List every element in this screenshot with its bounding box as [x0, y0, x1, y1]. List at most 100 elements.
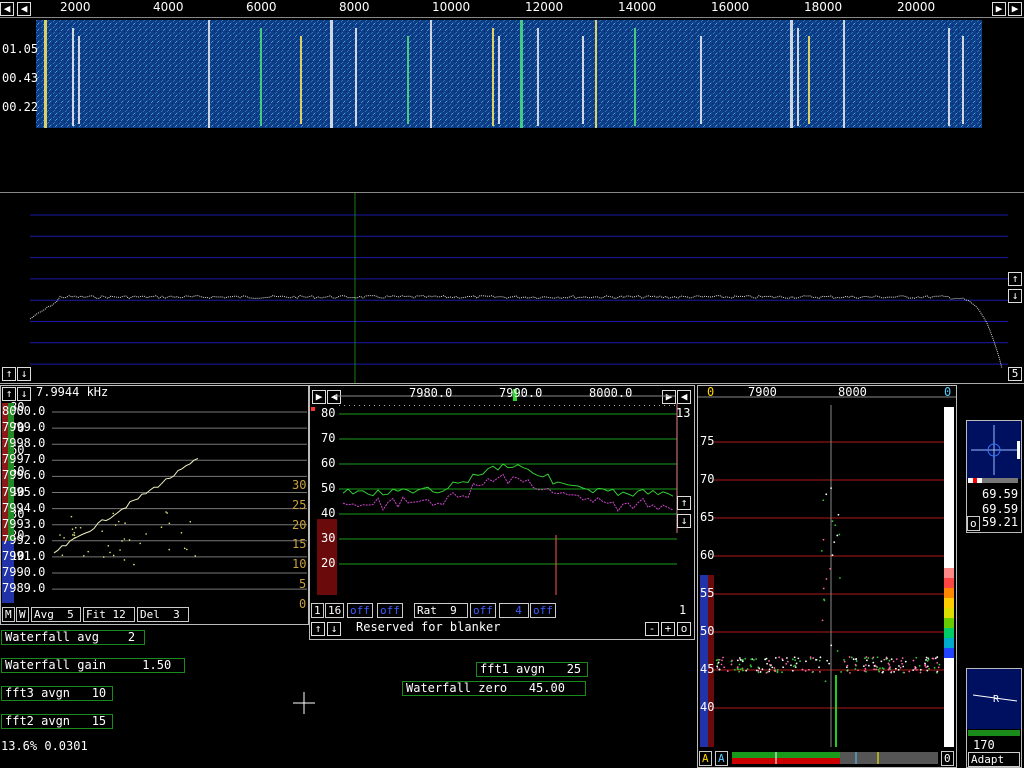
right-scatter-dot [776, 668, 779, 671]
right-scatter-dot [741, 667, 744, 670]
scroll-right-button[interactable]: ▶ [992, 2, 1006, 16]
waterfall-avg-control[interactable]: Waterfall avg 2 [1, 630, 145, 645]
right-scatter-dot [901, 662, 904, 665]
spectrum-down-button[interactable]: ↓ [1008, 289, 1022, 303]
right-scatter-dot [757, 671, 760, 674]
center-down-button[interactable]: ↓ [677, 514, 691, 528]
fft1-avgn-control[interactable]: fft1 avgn 25 [476, 662, 588, 677]
blanker-up-button[interactable]: ↑ [311, 622, 325, 636]
freq-up-button[interactable]: ↑ [2, 387, 16, 401]
fft2-avgn-control[interactable]: fft2 avgn 15 [1, 714, 113, 729]
right-a2-button[interactable]: A [715, 751, 728, 766]
right-scatter-dot [794, 664, 796, 667]
right-scatter-dot [818, 659, 821, 662]
freq-scatter-dot [74, 526, 77, 529]
right-scatter-dot [722, 656, 724, 659]
right-scatter-dot [825, 493, 828, 496]
spectrum-trace [29, 294, 1003, 369]
spectrum-panel[interactable]: 80 70 60 50 40 30 20 10 [0, 193, 1024, 563]
right-scatter-dot [914, 665, 916, 668]
freq-scatter-dot [83, 554, 85, 557]
right-scatter-dot [738, 663, 741, 666]
center-dot-row [599, 405, 600, 406]
waterfall-zero-control[interactable]: Waterfall zero 45.00 [402, 681, 586, 696]
right-scatter-dot [716, 666, 719, 669]
center-dot-row [464, 405, 465, 406]
center-dot-row [479, 405, 480, 406]
right-scatter-dot [718, 668, 721, 671]
center-dot-row [604, 405, 605, 406]
scroll-left-button-2[interactable]: ◀ [17, 2, 31, 16]
center-dot-row [559, 405, 560, 406]
spectrum-up-button[interactable]: ↑ [1008, 272, 1022, 286]
right-scatter-dot [757, 669, 760, 672]
center-1-button[interactable]: 1 [311, 603, 324, 618]
freq-avg-button[interactable]: Avg 5 [31, 607, 81, 622]
right-scatter-dot [854, 668, 857, 670]
adapt-value: 170 [973, 738, 995, 752]
right-bottom-zero[interactable]: 0 [941, 751, 954, 766]
mini-o-button[interactable]: o [967, 516, 980, 531]
right-scatter-dot [739, 668, 742, 671]
center-up-button[interactable]: ↑ [677, 496, 691, 510]
right-scatter-dot [764, 658, 767, 661]
center-dot-row [444, 405, 445, 406]
center-dot-row [499, 405, 500, 406]
freq-w-button[interactable]: W [16, 607, 29, 622]
freq-del-button[interactable]: Del 3 [137, 607, 189, 622]
right-scatter-dot [843, 659, 845, 661]
spectrum-left-down-button[interactable]: ↓ [17, 367, 31, 381]
center-x-tick: 7990.0 [499, 386, 543, 400]
center-dot-row [449, 405, 450, 406]
spectrum-left-up-button[interactable]: ↑ [2, 367, 16, 381]
blanker-o-button[interactable]: o [677, 622, 691, 636]
right-scatter-dot [912, 659, 915, 662]
right-scatter-dot [876, 656, 879, 659]
center-dot-row [429, 405, 430, 406]
freq-m-button[interactable]: M [2, 607, 15, 622]
center-dot-row [579, 405, 580, 406]
fft3-avgn-control[interactable]: fft3 avgn 10 [1, 686, 113, 701]
center-off-3-button[interactable]: off [470, 603, 496, 618]
center-dot-row [509, 405, 510, 406]
center-right-one: 1 [679, 603, 687, 617]
right-scatter-dot [820, 549, 823, 552]
right-scatter-dot [875, 668, 878, 671]
center-rat-button[interactable]: Rat 9 [414, 603, 468, 618]
right-scatter-dot [778, 656, 780, 659]
freq-down-button[interactable]: ↓ [17, 387, 31, 401]
freq-scatter-dot [123, 559, 126, 561]
center-off-4-button[interactable]: off [530, 603, 556, 618]
right-scatter-dot [898, 665, 900, 667]
right-scatter-dot [926, 660, 929, 662]
right-scatter-dot [893, 671, 896, 673]
blanker-plus-button[interactable]: + [661, 622, 675, 636]
center-dot-row [399, 405, 400, 406]
right-scatter-dot [890, 670, 893, 673]
center-off-2-button[interactable]: off [377, 603, 403, 618]
right-scatter-dot [781, 671, 783, 674]
freq-fit-button[interactable]: Fit 12 [83, 607, 135, 622]
center-val-4-button[interactable]: 4 [499, 603, 529, 618]
center-16-button[interactable]: 16 [325, 603, 345, 618]
adapt-button[interactable]: Adapt [968, 752, 1020, 767]
right-scatter-dot [774, 657, 777, 659]
right-scatter-dot [815, 658, 817, 661]
right-meter-color [944, 648, 954, 658]
waterfall-signal-trace [843, 20, 845, 128]
right-y-tick: 50 [700, 624, 715, 638]
scroll-left-button[interactable]: ◀ [0, 2, 14, 16]
center-dot-row [359, 405, 360, 406]
blanker-minus-button[interactable]: - [645, 622, 659, 636]
freq-axis-tick: 14000 [618, 0, 657, 14]
right-scatter-dot [769, 663, 771, 666]
right-a1-button[interactable]: A [699, 751, 712, 766]
scroll-right-button-2[interactable]: ▶ [1008, 2, 1022, 16]
waterfall-area[interactable]: 01.05 00.43 00.22 [0, 18, 1024, 193]
waterfall-gain-control[interactable]: Waterfall gain 1.50 [1, 658, 185, 673]
blanker-down-button[interactable]: ↓ [327, 622, 341, 636]
center-dot-row [569, 405, 570, 406]
center-off-1-button[interactable]: off [347, 603, 373, 618]
spectrum-corner-value[interactable]: 5 [1008, 367, 1022, 381]
center-dot-row [349, 405, 350, 406]
